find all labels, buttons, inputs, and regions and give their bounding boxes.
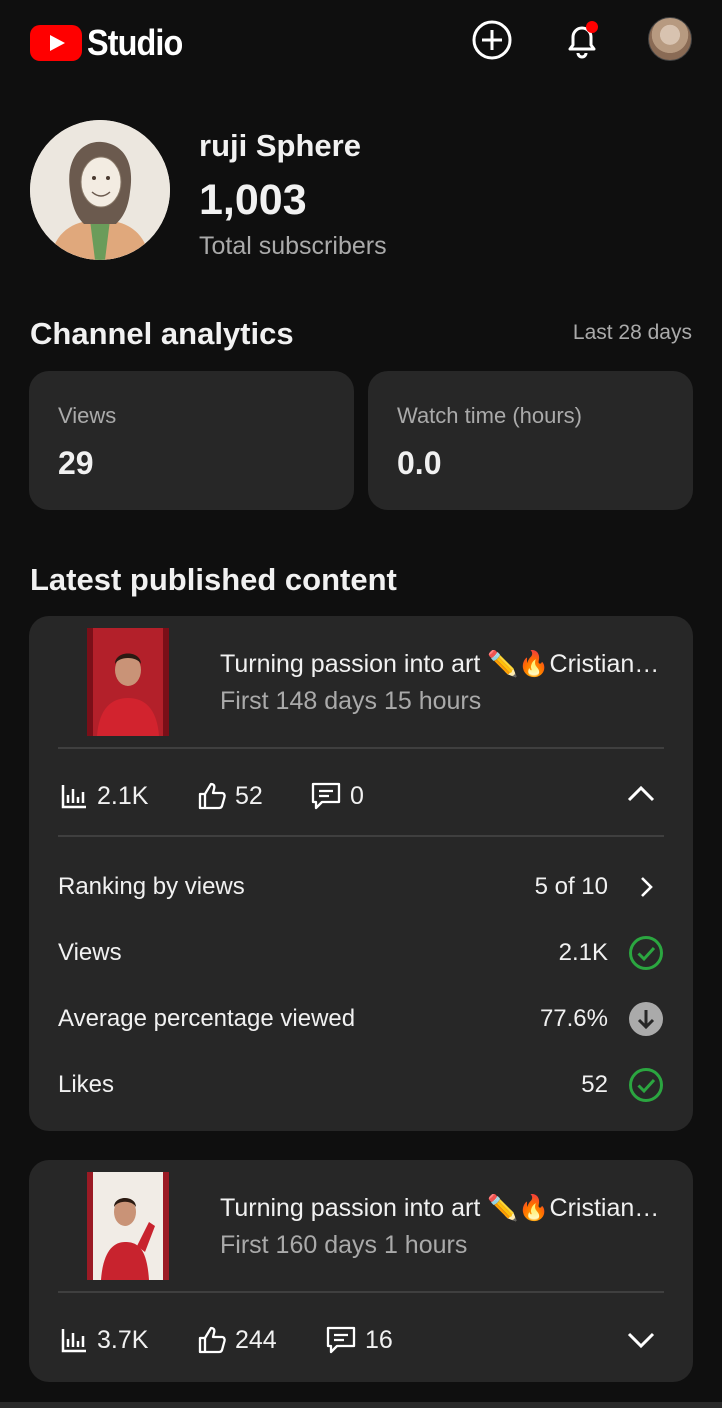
detail-label: Likes (58, 1071, 115, 1098)
notifications-icon[interactable] (560, 18, 604, 62)
detail-value: 77.6% (539, 1005, 608, 1032)
watch-time-card[interactable]: Watch time (hours) 0.0 (368, 371, 693, 510)
channel-name: ruji Sphere (199, 128, 361, 163)
subscriber-label: Total subscribers (199, 232, 387, 260)
content-card: Turning passion into art ✏️🔥Cristiano Ro… (29, 616, 693, 1131)
detail-label: Average percentage viewed (58, 1005, 356, 1032)
account-avatar[interactable] (648, 17, 692, 61)
comments-count: 0 (350, 781, 364, 810)
views-metric: 3.7K (59, 1325, 197, 1355)
detail-row-likes: Likes 52 (58, 1065, 664, 1105)
bar-chart-icon (61, 785, 86, 809)
chevron-down-icon[interactable] (625, 1324, 657, 1356)
detail-row-avg-percentage: Average percentage viewed 77.6% (58, 999, 664, 1039)
likes-count: 52 (235, 781, 263, 810)
check-circle-icon (628, 1067, 664, 1103)
analytics-range: Last 28 days (572, 321, 692, 344)
detail-value: 5 of 10 (534, 873, 608, 900)
detail-row-ranking[interactable]: Ranking by views 5 of 10 (58, 867, 664, 907)
stat-label: Views (58, 403, 117, 428)
likes-metric: 52 (197, 781, 310, 811)
stat-value: 29 (58, 445, 94, 481)
likes-count: 244 (235, 1325, 277, 1354)
comment-icon (326, 1326, 356, 1354)
divider (58, 747, 664, 749)
detail-value: 2.1K (558, 939, 608, 966)
comments-metric: 0 (310, 781, 364, 811)
video-metrics: 2.1K 52 0 (59, 776, 364, 816)
likes-metric: 244 (197, 1325, 325, 1355)
logo-text: Studio (87, 22, 183, 63)
views-count: 3.7K (97, 1325, 149, 1354)
detail-value: 52 (581, 1071, 608, 1098)
views-count: 2.1K (97, 781, 149, 810)
top-app-bar: Studio (0, 0, 722, 80)
channel-avatar (30, 120, 170, 260)
create-icon[interactable] (470, 18, 514, 62)
video-thumbnail[interactable] (87, 628, 169, 736)
chevron-right-icon (628, 869, 664, 905)
subscriber-count: 1,003 (199, 176, 307, 224)
check-circle-icon (628, 935, 664, 971)
notification-dot (586, 21, 598, 33)
thumbs-up-icon (198, 782, 226, 810)
channel-summary: ruji Sphere 1,003 Total subscribers (30, 120, 692, 260)
content-card: Turning passion into art ✏️🔥Cristiano Ro… (29, 1160, 693, 1382)
thumbs-up-icon (198, 1326, 226, 1354)
bar-chart-icon (61, 1329, 86, 1353)
video-metrics: 3.7K 244 16 (59, 1320, 393, 1360)
video-title[interactable]: Turning passion into art ✏️🔥Cristiano Ro… (220, 650, 660, 679)
comments-count: 16 (365, 1325, 393, 1354)
latest-content-title: Latest published content (30, 562, 397, 597)
video-thumbnail[interactable] (87, 1172, 169, 1280)
bottom-edge (0, 1402, 722, 1408)
stat-value: 0.0 (397, 445, 442, 481)
views-card[interactable]: Views 29 (29, 371, 354, 510)
divider (58, 835, 664, 837)
comment-icon (311, 782, 341, 810)
stat-label: Watch time (hours) (397, 403, 583, 428)
youtube-logo-icon (30, 25, 82, 61)
analytics-title: Channel analytics (30, 316, 294, 351)
detail-label: Views (58, 939, 122, 966)
divider (58, 1291, 664, 1293)
views-metric: 2.1K (59, 781, 197, 811)
arrow-down-circle-icon (628, 1001, 664, 1037)
comments-metric: 16 (325, 1325, 393, 1355)
chevron-up-icon[interactable] (625, 778, 657, 810)
detail-label: Ranking by views (58, 873, 245, 900)
youtube-studio-logo[interactable]: Studio (30, 22, 193, 64)
video-period: First 148 days 15 hours (220, 687, 482, 715)
detail-row-views: Views 2.1K (58, 933, 664, 973)
video-period: First 160 days 1 hours (220, 1231, 468, 1259)
video-title[interactable]: Turning passion into art ✏️🔥Cristiano Ro… (220, 1194, 660, 1223)
